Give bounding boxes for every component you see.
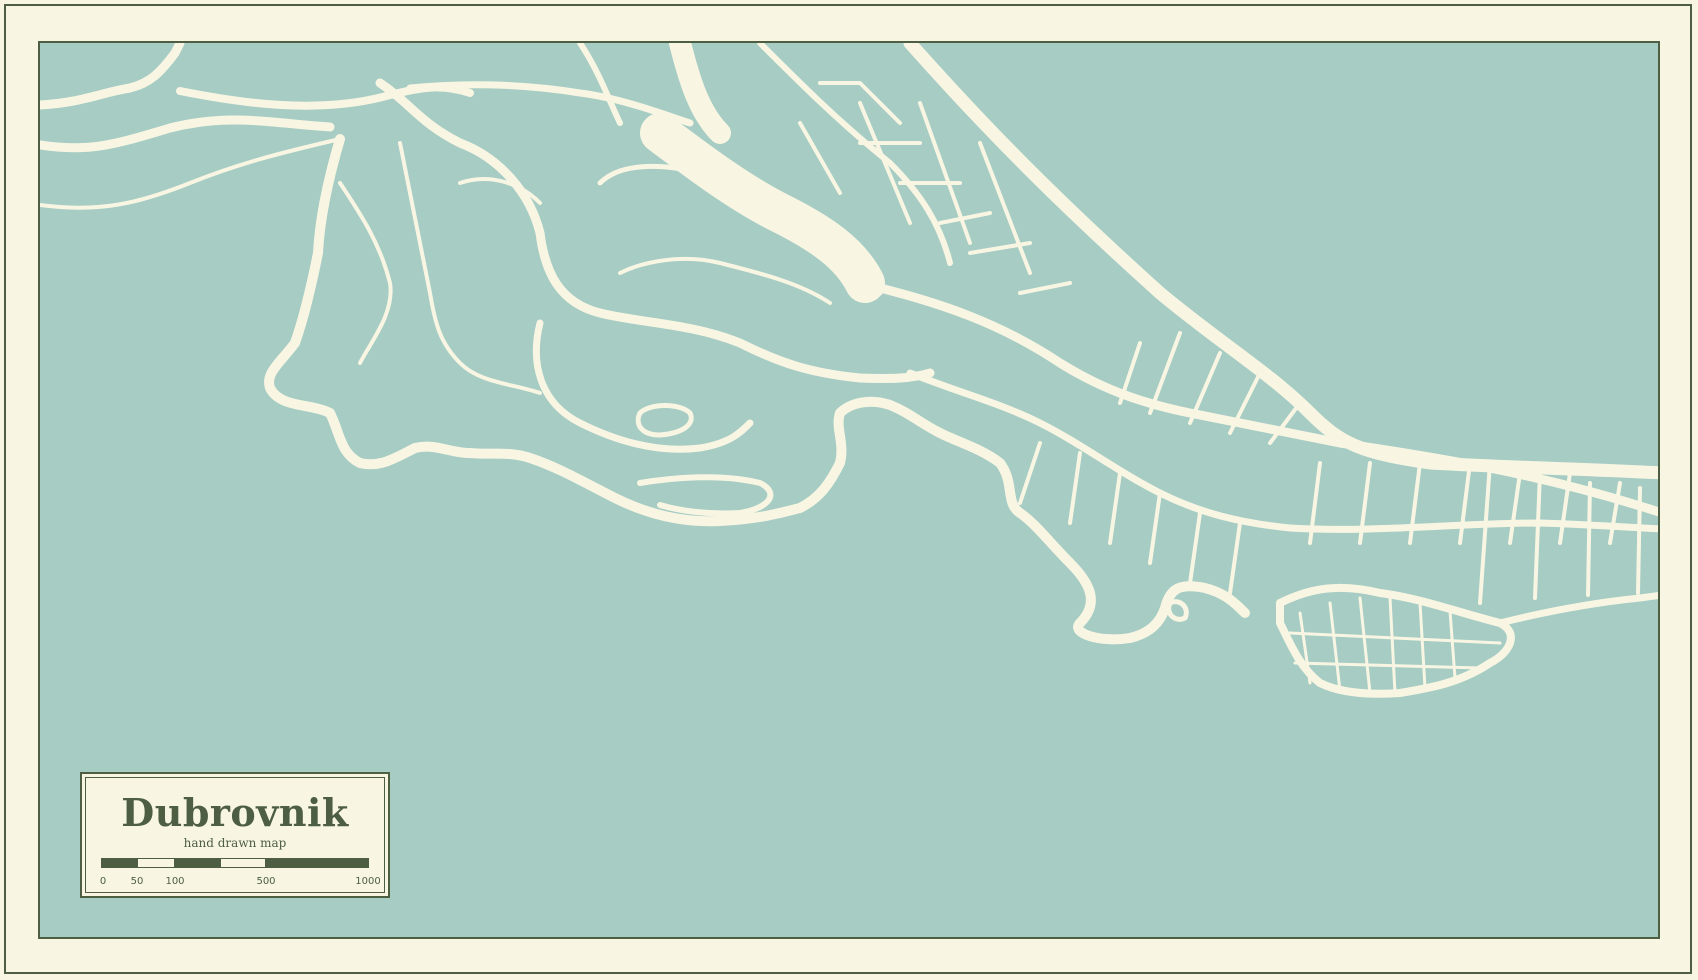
lapad-hook [637, 474, 774, 517]
ploce-coast [1496, 592, 1658, 627]
scale-label: 1000 [355, 876, 381, 887]
islet-1 [1166, 599, 1189, 622]
scale-label: 0 [99, 876, 107, 887]
map-title: Dubrovnik [121, 790, 349, 835]
scale-segment-5 [266, 858, 369, 868]
scale-segment-1 [101, 858, 137, 868]
scale-label: 50 [130, 876, 144, 887]
scale-segment-2 [137, 858, 175, 868]
scale-label: 100 [165, 876, 185, 887]
scale-label: 500 [256, 876, 276, 887]
scale-segment-4 [220, 858, 266, 868]
scale-bar [101, 858, 369, 870]
map-subtitle: hand drawn map [183, 836, 287, 850]
legend-inner-border: Dubrovnik hand drawn map 0 50 100 500 10… [85, 777, 385, 893]
city-grid-3 [1018, 441, 1242, 595]
scale-labels: 0 50 100 500 1000 [86, 876, 384, 890]
map-legend: Dubrovnik hand drawn map 0 50 100 500 10… [80, 772, 390, 898]
scale-segment-3 [175, 858, 220, 868]
